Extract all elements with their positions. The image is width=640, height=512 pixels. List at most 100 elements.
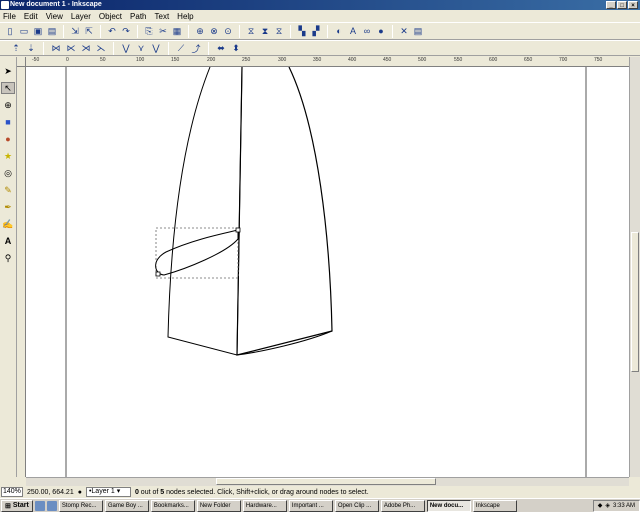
close-button[interactable]: ×: [628, 1, 638, 9]
stroke-to-path-icon[interactable]: ⬍: [230, 42, 242, 54]
start-label: Start: [12, 502, 29, 509]
join-segment-icon[interactable]: ⋊: [80, 42, 92, 54]
zoom-selection-icon[interactable]: ⊕: [194, 25, 206, 37]
minimize-button[interactable]: _: [606, 1, 616, 9]
menu-layer[interactable]: Layer: [71, 12, 91, 21]
zoom-page-icon[interactable]: ⊙: [222, 25, 234, 37]
node-tool-icon[interactable]: ↖: [1, 82, 15, 94]
redo-icon[interactable]: ↷: [120, 25, 132, 37]
delete-segment-icon[interactable]: ⋋: [95, 42, 107, 54]
clone-icon[interactable]: ⧗: [259, 25, 271, 37]
zoom-tool-icon[interactable]: ⊕: [1, 99, 15, 111]
fill-stroke-icon[interactable]: ◐: [333, 25, 345, 37]
taskbar-item[interactable]: Open Clip ...: [334, 499, 379, 512]
undo-icon[interactable]: ↶: [106, 25, 118, 37]
layer-name: Layer 1: [91, 488, 115, 495]
taskbar-item[interactable]: Inkscape: [472, 499, 517, 512]
object-to-path-icon[interactable]: ⬌: [215, 42, 227, 54]
symmetric-node-icon[interactable]: ⋁: [150, 42, 162, 54]
quick-launch-icon[interactable]: [46, 500, 57, 511]
status-bar: 140% 250.00, 664.21 ● •Layer 1 ▾ 0 out o…: [0, 486, 640, 498]
ruler-label: -50: [32, 57, 40, 63]
taskbar-item[interactable]: Bookmarks...: [150, 499, 195, 512]
layer-selector[interactable]: •Layer 1 ▾: [85, 487, 131, 497]
unlink-clone-icon[interactable]: ⧖: [273, 25, 285, 37]
copy-icon[interactable]: ⎘: [143, 25, 155, 37]
quick-launch-icon[interactable]: [34, 500, 45, 511]
save-icon[interactable]: ▣: [32, 25, 44, 37]
dropper-tool-icon[interactable]: ⚲: [1, 252, 15, 264]
taskbar-item[interactable]: Stomp Rec...: [58, 499, 103, 512]
toolbar-separator: [100, 24, 101, 38]
ruler-label: 0: [66, 57, 69, 63]
tray-icon[interactable]: ◆: [598, 502, 603, 509]
paste-icon[interactable]: ▦: [171, 25, 183, 37]
horizontal-scrollbar[interactable]: [26, 477, 629, 486]
taskbar-item[interactable]: Game Boy ...: [104, 499, 149, 512]
print-icon[interactable]: ▤: [46, 25, 58, 37]
vertical-scrollbar[interactable]: [629, 57, 640, 477]
maximize-button[interactable]: □: [617, 1, 627, 9]
segment-line-icon[interactable]: ⟋: [175, 42, 187, 54]
toolbar-separator: [208, 41, 209, 55]
zoom-drawing-icon[interactable]: ⊗: [208, 25, 220, 37]
horizontal-scroll-thumb[interactable]: [216, 478, 436, 485]
menu-help[interactable]: Help: [177, 12, 193, 21]
star-tool-icon[interactable]: ★: [1, 150, 15, 162]
break-path-icon[interactable]: ⋉: [65, 42, 77, 54]
ruler-label: 550: [454, 57, 463, 63]
menu-object[interactable]: Object: [99, 12, 122, 21]
duplicate-icon[interactable]: ⧖: [245, 25, 257, 37]
status-message: 0 out of 5 nodes selected. Click, Shift+…: [135, 489, 369, 496]
spiral-tool-icon[interactable]: ◎: [1, 167, 15, 179]
new-document-icon[interactable]: ▯: [4, 25, 16, 37]
toolbar-separator: [239, 24, 240, 38]
ruler-label: 650: [524, 57, 533, 63]
layer-visibility-icon[interactable]: ●: [78, 489, 82, 496]
smooth-node-icon[interactable]: ⋎: [135, 42, 147, 54]
calligraphy-tool-icon[interactable]: ✍: [1, 218, 15, 230]
vertical-ruler[interactable]: [17, 67, 26, 477]
taskbar-item[interactable]: Adobe Ph...: [380, 499, 425, 512]
xml-editor-icon[interactable]: ∞: [361, 25, 373, 37]
document-properties-icon[interactable]: ▤: [412, 25, 424, 37]
align-icon[interactable]: ●: [375, 25, 387, 37]
export-icon[interactable]: ⇱: [83, 25, 95, 37]
selector-tool-icon[interactable]: ➤: [1, 65, 15, 77]
delete-node-icon[interactable]: ⇣: [25, 42, 37, 54]
join-nodes-icon[interactable]: ⋈: [50, 42, 62, 54]
import-icon[interactable]: ⇲: [69, 25, 81, 37]
ellipse-tool-icon[interactable]: ●: [1, 133, 15, 145]
insert-node-icon[interactable]: ⇡: [10, 42, 22, 54]
taskbar-item[interactable]: Hardware...: [242, 499, 287, 512]
pencil-tool-icon[interactable]: ✎: [1, 184, 15, 196]
menu-path[interactable]: Path: [130, 12, 146, 21]
group-icon[interactable]: ▚: [296, 25, 308, 37]
drawing-canvas[interactable]: [26, 67, 629, 477]
menu-view[interactable]: View: [46, 12, 63, 21]
toolbar-separator: [137, 24, 138, 38]
cusp-node-icon[interactable]: ⋁: [120, 42, 132, 54]
preferences-icon[interactable]: ✕: [398, 25, 410, 37]
taskbar-item[interactable]: Important ...: [288, 499, 333, 512]
cursor-coordinates: 250.00, 664.21: [27, 488, 74, 496]
rectangle-tool-icon[interactable]: ■: [1, 116, 15, 128]
zoom-field[interactable]: 140%: [1, 487, 23, 497]
segment-curve-icon[interactable]: ⤴: [190, 42, 202, 54]
menu-edit[interactable]: Edit: [24, 12, 38, 21]
horizontal-ruler[interactable]: -50 0 50 100 150 200 250 300 350 400 450…: [26, 57, 629, 67]
open-icon[interactable]: ▭: [18, 25, 30, 37]
ruler-label: 200: [207, 57, 216, 63]
vertical-scroll-thumb[interactable]: [631, 232, 639, 372]
pen-tool-icon[interactable]: ✒: [1, 201, 15, 213]
ungroup-icon[interactable]: ▞: [310, 25, 322, 37]
taskbar-item[interactable]: New Folder: [196, 499, 241, 512]
text-tool-icon[interactable]: A: [1, 235, 15, 247]
start-button[interactable]: ⊞ Start: [1, 499, 33, 512]
menu-text[interactable]: Text: [155, 12, 170, 21]
menu-file[interactable]: File: [3, 12, 16, 21]
taskbar-item-active[interactable]: New docu...: [426, 499, 471, 512]
cut-icon[interactable]: ✂: [157, 25, 169, 37]
tray-icon[interactable]: ◈: [605, 502, 610, 509]
text-font-icon[interactable]: A: [347, 25, 359, 37]
